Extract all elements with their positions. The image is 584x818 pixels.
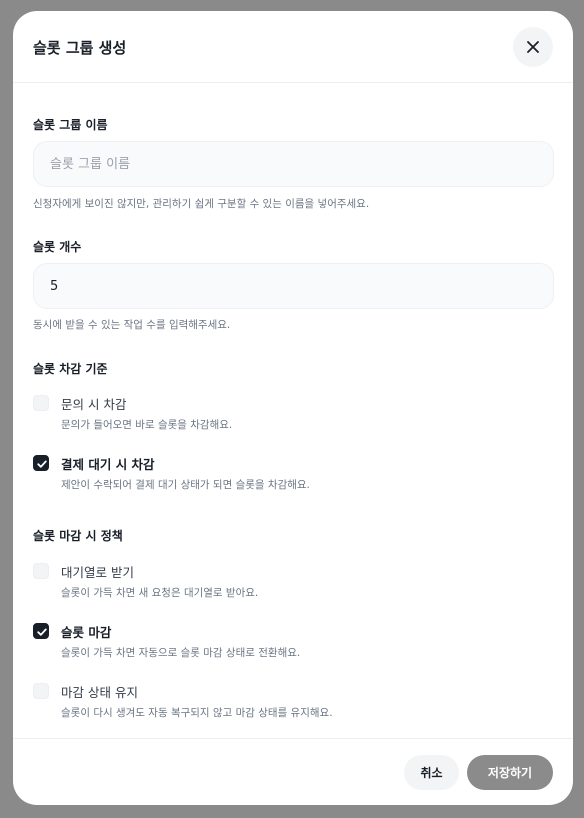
option-title: 슬롯 마감 <box>61 625 112 640</box>
slot-count-label: 슬롯 개수 <box>33 240 82 254</box>
closing-policy-label: 슬롯 마감 시 정책 <box>33 529 123 543</box>
group-name-label: 슬롯 그룹 이름 <box>33 118 108 132</box>
option-waitlist[interactable]: 대기열로 받기 슬롯이 가득 차면 새 요청은 대기열로 받아요. <box>33 563 553 609</box>
option-title: 결제 대기 시 차감 <box>61 457 155 472</box>
slot-count-help: 동시에 받을 수 있는 작업 수를 입력해주세요. <box>33 319 231 331</box>
close-button[interactable] <box>513 27 553 67</box>
slot-count-input[interactable] <box>33 263 554 309</box>
checkbox-waitlist[interactable] <box>33 563 49 579</box>
check-icon <box>37 628 47 636</box>
option-desc: 슬롯이 다시 생겨도 자동 복구되지 않고 마감 상태를 유지해요. <box>61 707 333 719</box>
checkbox-close-slots[interactable] <box>33 623 49 639</box>
option-deduct-on-inquiry[interactable]: 문의 시 차감 문의가 들어오면 바로 슬롯을 차감해요. <box>33 395 553 441</box>
option-desc: 슬롯이 가득 차면 새 요청은 대기열로 받아요. <box>61 587 259 599</box>
option-deduct-on-payment-pending[interactable]: 결제 대기 시 차감 제안이 수락되어 결제 대기 상태가 되면 슬롯을 차감해… <box>33 455 553 501</box>
cancel-button[interactable]: 취소 <box>404 755 459 790</box>
close-icon <box>527 41 539 53</box>
save-button[interactable]: 저장하기 <box>467 755 553 790</box>
check-icon <box>37 460 47 468</box>
option-title: 마감 상태 유지 <box>61 685 138 700</box>
deduction-label: 슬롯 차감 기준 <box>33 362 108 376</box>
modal-footer: 취소 저장하기 <box>13 738 573 805</box>
option-keep-closed[interactable]: 마감 상태 유지 슬롯이 다시 생겨도 자동 복구되지 않고 마감 상태를 유지… <box>33 683 553 729</box>
option-desc: 문의가 들어오면 바로 슬롯을 차감해요. <box>61 419 233 431</box>
option-desc: 제안이 수락되어 결제 대기 상태가 되면 슬롯을 차감해요. <box>61 479 310 491</box>
checkbox-deduct-on-payment-pending[interactable] <box>33 455 49 471</box>
modal-header: 슬롯 그룹 생성 <box>13 11 573 83</box>
option-desc: 슬롯이 가득 차면 자동으로 슬롯 마감 상태로 전환해요. <box>61 647 301 659</box>
checkbox-keep-closed[interactable] <box>33 683 49 699</box>
option-title: 대기열로 받기 <box>61 565 134 580</box>
option-close-slots[interactable]: 슬롯 마감 슬롯이 가득 차면 자동으로 슬롯 마감 상태로 전환해요. <box>33 623 553 669</box>
option-title: 문의 시 차감 <box>61 397 127 412</box>
group-name-input[interactable] <box>33 141 554 187</box>
modal-title: 슬롯 그룹 생성 <box>33 39 127 57</box>
group-name-help: 신청자에게 보이진 않지만, 관리하기 쉽게 구분할 수 있는 이름을 넣어주세… <box>33 198 370 210</box>
create-slot-group-modal: 슬롯 그룹 생성 슬롯 그룹 이름 신청자에게 보이진 않지만, 관리하기 쉽게… <box>13 11 573 805</box>
checkbox-deduct-on-inquiry[interactable] <box>33 395 49 411</box>
